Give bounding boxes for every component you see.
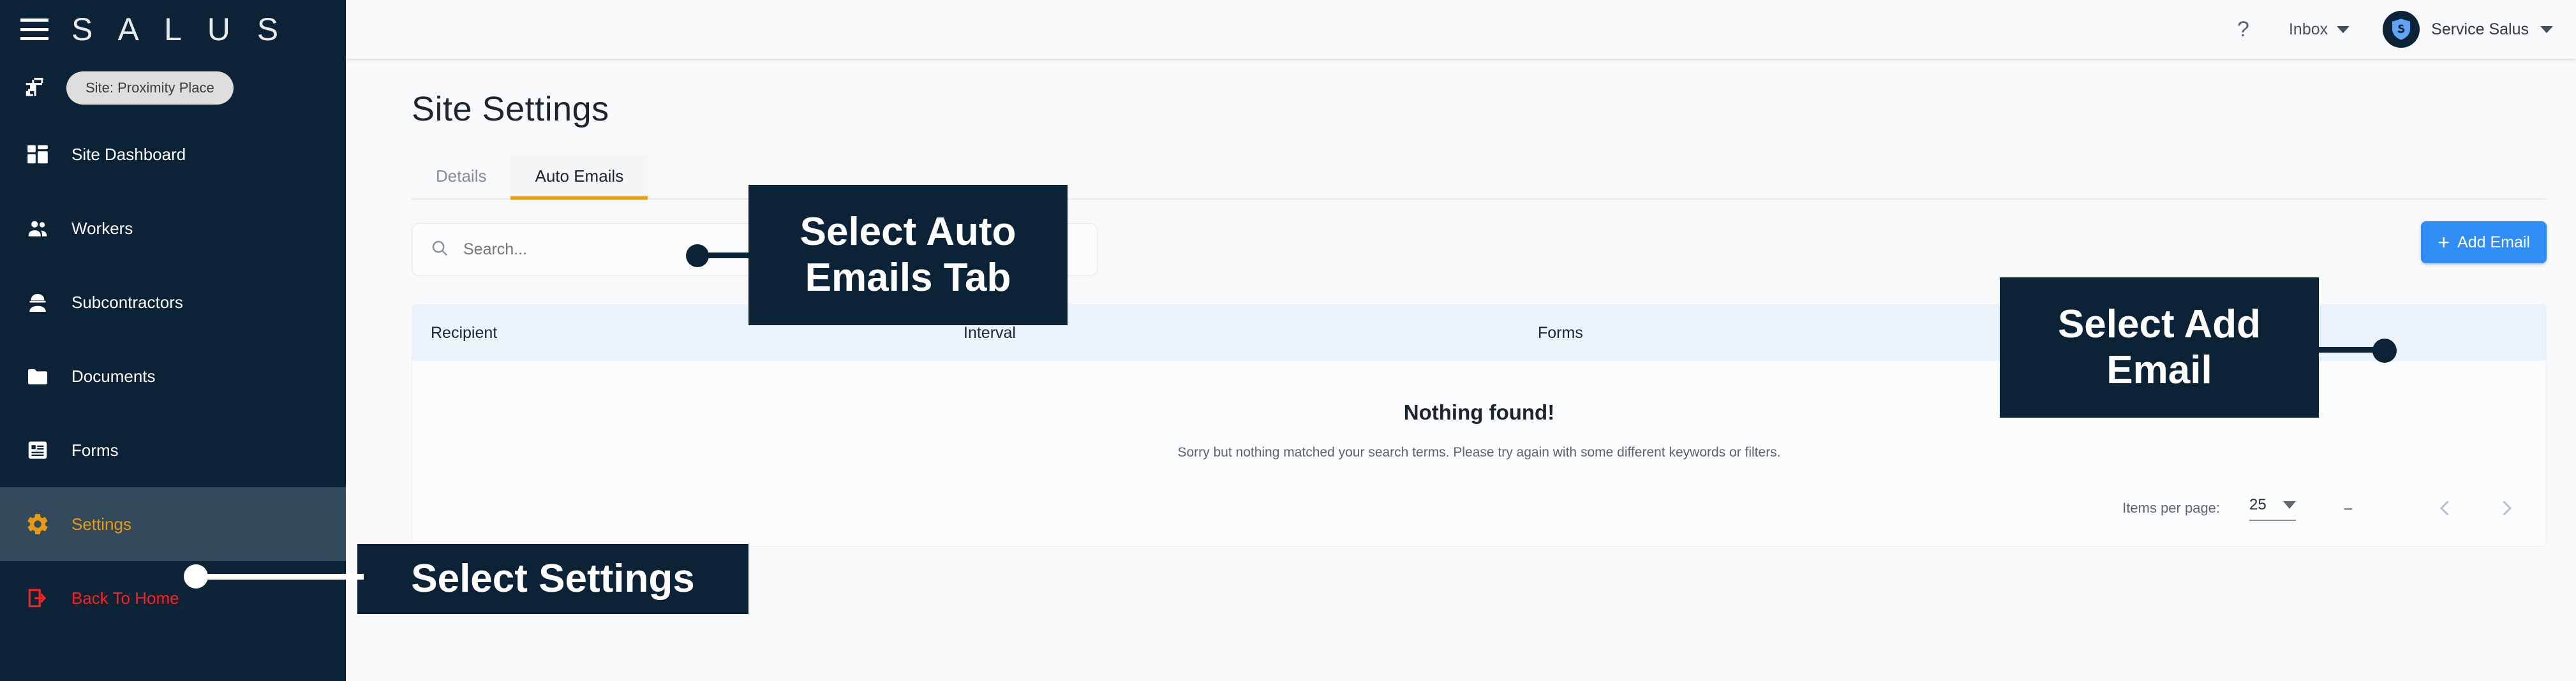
crane-site-icon <box>23 76 47 100</box>
folder-icon <box>26 364 50 388</box>
sidebar-item-subcontractors[interactable]: Subcontractors <box>0 265 346 339</box>
app-root: S A L U S Site: Proximity Place Site Das… <box>0 0 2576 681</box>
callout-add-email: Select Add Email <box>2000 277 2319 418</box>
inbox-dropdown[interactable]: Inbox <box>2288 20 2350 39</box>
callout-settings-connector <box>191 574 364 580</box>
gear-icon <box>26 512 50 536</box>
callout-text: Select Add Email <box>2057 302 2261 392</box>
empty-state-subtitle: Sorry but nothing matched your search te… <box>1177 445 1781 460</box>
items-per-page-select[interactable]: 25 <box>2249 496 2296 521</box>
sidebar-item-label: Settings <box>71 514 131 534</box>
page-title: Site Settings <box>412 90 609 128</box>
brand-header: S A L U S <box>0 0 346 59</box>
logout-arrow-icon <box>26 586 50 610</box>
user-menu[interactable]: Service Salus <box>2383 11 2553 48</box>
add-email-button[interactable]: + Add Email <box>2421 221 2547 263</box>
plus-icon: + <box>2438 231 2450 254</box>
hardhat-worker-icon <box>26 290 50 314</box>
sidebar-item-back-to-home[interactable]: Back To Home <box>0 561 346 635</box>
chevron-down-icon <box>2540 26 2553 33</box>
tab-auto-emails[interactable]: Auto Emails <box>510 154 648 200</box>
sidebar-item-documents[interactable]: Documents <box>0 339 346 413</box>
people-icon <box>26 216 50 240</box>
topbar: ? Inbox Service Salus <box>346 0 2576 59</box>
column-header-recipient: Recipient <box>431 323 498 342</box>
items-per-page-label: Items per page: <box>2122 500 2221 516</box>
callout-text: Select Settings <box>411 557 695 601</box>
sidebar-item-label: Documents <box>71 366 156 386</box>
sidebar-item-label: Back To Home <box>71 588 179 608</box>
column-header-interval: Interval <box>964 323 1016 342</box>
search-area <box>412 223 2547 276</box>
sidebar-item-label: Subcontractors <box>71 292 183 312</box>
sidebar-item-settings[interactable]: Settings <box>0 487 346 561</box>
chevron-down-icon <box>2282 501 2296 509</box>
avatar <box>2383 11 2420 48</box>
callout-text: Select Auto Emails Tab <box>800 210 1016 300</box>
callout-auto-emails-dot <box>686 244 709 267</box>
next-page-button[interactable] <box>2489 490 2524 526</box>
callout-settings: Select Settings <box>357 544 748 614</box>
callout-auto-emails-tab: Select Auto Emails Tab <box>748 185 1068 325</box>
tab-bar: Details Auto Emails <box>412 154 2547 200</box>
items-per-page-value: 25 <box>2249 495 2267 513</box>
help-icon[interactable]: ? <box>2237 17 2249 42</box>
tab-details[interactable]: Details <box>412 154 510 198</box>
add-email-label: Add Email <box>2457 233 2530 251</box>
inbox-label: Inbox <box>2288 20 2328 38</box>
sidebar-item-label: Forms <box>71 440 119 460</box>
page-range-label: – <box>2344 500 2352 516</box>
sidebar-item-forms[interactable]: Forms <box>0 413 346 487</box>
callout-settings-dot <box>184 564 208 589</box>
sidebar-item-label: Site Dashboard <box>71 144 186 164</box>
previous-page-button[interactable] <box>2427 490 2463 526</box>
chevron-down-icon <box>2337 26 2350 33</box>
paginator: Items per page: 25 – <box>412 490 2546 546</box>
sidebar-item-label: Workers <box>71 218 133 238</box>
hamburger-menu-icon[interactable] <box>20 18 48 40</box>
site-selector-row[interactable]: Site: Proximity Place <box>0 59 346 117</box>
sidebar-item-workers[interactable]: Workers <box>0 191 346 265</box>
site-chip[interactable]: Site: Proximity Place <box>66 71 234 105</box>
sidebar-item-site-dashboard[interactable]: Site Dashboard <box>0 117 346 191</box>
callout-add-email-dot <box>2372 339 2397 363</box>
user-name: Service Salus <box>2431 20 2529 38</box>
dashboard-icon <box>26 142 50 166</box>
brand-title: S A L U S <box>71 11 288 47</box>
form-document-icon <box>26 438 50 462</box>
search-icon <box>430 238 449 261</box>
